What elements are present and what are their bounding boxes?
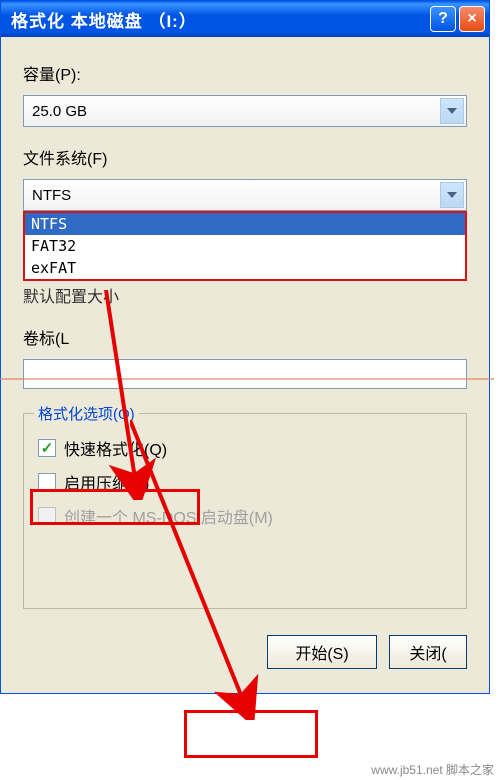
compress-label: 启用压缩(E) bbox=[64, 470, 149, 494]
dialog-body: 容量(P): 25.0 GB 文件系统(F) NTFS NTFS FAT32 e… bbox=[1, 37, 489, 693]
crop-edge bbox=[494, 0, 500, 780]
help-button[interactable]: ? bbox=[430, 6, 456, 32]
titlebar[interactable]: 格式化 本地磁盘 （I:） ? × bbox=[1, 1, 489, 37]
chevron-down-icon[interactable] bbox=[440, 182, 464, 208]
filesystem-value: NTFS bbox=[32, 187, 71, 204]
volume-input[interactable] bbox=[23, 359, 467, 389]
compress-checkbox[interactable] bbox=[38, 473, 56, 491]
start-button-label: 开始(S) bbox=[295, 640, 348, 664]
msdos-checkbox bbox=[38, 507, 56, 525]
capacity-value: 25.0 GB bbox=[32, 103, 87, 120]
close-button[interactable]: × bbox=[459, 6, 485, 32]
fs-option-fat32[interactable]: FAT32 bbox=[25, 235, 465, 257]
fs-option-exfat[interactable]: exFAT bbox=[25, 257, 465, 279]
format-options-group: 格式化选项(O) 快速格式化(Q) 启用压缩(E) 创建一个 MS-DOS 启动… bbox=[23, 413, 467, 609]
window-title: 格式化 本地磁盘 （I:） bbox=[11, 7, 427, 32]
close-button-label: 关闭( bbox=[409, 640, 446, 664]
msdos-row: 创建一个 MS-DOS 启动盘(M) bbox=[38, 504, 452, 528]
compress-row[interactable]: 启用压缩(E) bbox=[38, 470, 452, 494]
close-icon: × bbox=[467, 10, 476, 28]
quick-format-label: 快速格式化(Q) bbox=[64, 436, 167, 460]
quick-format-checkbox[interactable] bbox=[38, 439, 56, 457]
fs-option-ntfs[interactable]: NTFS bbox=[25, 213, 465, 235]
filesystem-dropdown: NTFS FAT32 exFAT bbox=[23, 211, 467, 281]
filesystem-select[interactable]: NTFS bbox=[23, 179, 467, 211]
annotation-highlight-start bbox=[184, 710, 318, 758]
button-row: 开始(S) 关闭( bbox=[23, 635, 467, 669]
format-options-legend: 格式化选项(O) bbox=[34, 403, 139, 424]
filesystem-label: 文件系统(F) bbox=[23, 145, 467, 169]
start-button[interactable]: 开始(S) bbox=[267, 635, 377, 669]
watermark: www.jb51.net 脚本之家 bbox=[371, 761, 494, 778]
chevron-down-icon[interactable] bbox=[440, 98, 464, 124]
format-dialog: 格式化 本地磁盘 （I:） ? × 容量(P): 25.0 GB 文件系统(F)… bbox=[0, 0, 490, 694]
close-dialog-button[interactable]: 关闭( bbox=[389, 635, 467, 669]
msdos-label: 创建一个 MS-DOS 启动盘(M) bbox=[64, 504, 273, 528]
capacity-select[interactable]: 25.0 GB bbox=[23, 95, 467, 127]
help-icon: ? bbox=[438, 10, 448, 28]
capacity-label: 容量(P): bbox=[23, 61, 467, 85]
allocation-partial: 默认配置大小 bbox=[23, 283, 467, 307]
volume-label: 卷标(L bbox=[23, 325, 467, 349]
annotation-line bbox=[0, 378, 500, 380]
quick-format-row[interactable]: 快速格式化(Q) bbox=[38, 436, 452, 460]
